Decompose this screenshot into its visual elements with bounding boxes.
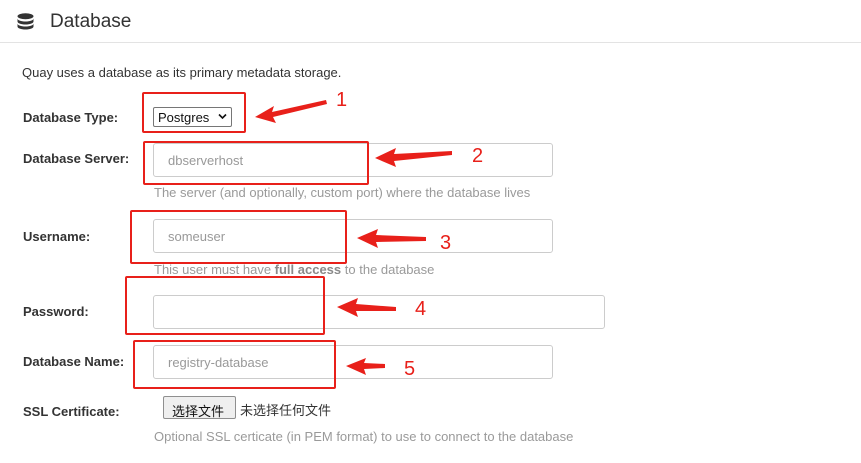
annotation-number-1: 1: [336, 89, 348, 111]
annotation-number-3: 3: [440, 232, 452, 254]
annotation-number-2: 2: [472, 145, 484, 167]
annotation-arrow-3: [357, 229, 426, 248]
annotation-arrow-5: [346, 358, 385, 375]
annotation-number-4: 4: [415, 298, 427, 320]
annotation-arrow-1: [255, 100, 327, 123]
annotation-number-5: 5: [404, 358, 416, 380]
annotation-arrow-4: [337, 298, 396, 317]
annotation-arrow-2: [375, 148, 452, 167]
annotation-arrows: [255, 100, 452, 375]
